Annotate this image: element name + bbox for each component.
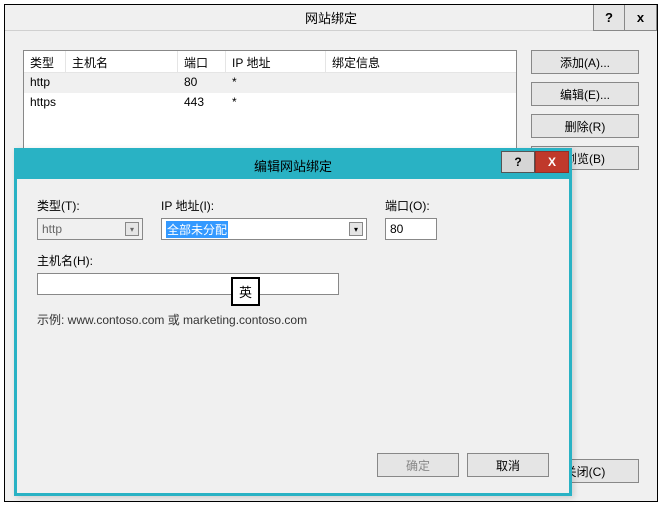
form-row-1: 类型(T): http ▾ IP 地址(I): 全部未分配 ▾ 端口(O): 8… [37, 197, 549, 240]
cell-host [66, 73, 178, 93]
remove-button[interactable]: 删除(R) [531, 114, 639, 138]
table-row[interactable]: https 443 * [24, 93, 516, 113]
col-header-info[interactable]: 绑定信息 [326, 51, 516, 72]
close-button[interactable]: x [625, 5, 657, 31]
ime-indicator[interactable]: 英 [231, 277, 260, 306]
help-button[interactable]: ? [593, 5, 625, 31]
parent-window-title: 网站绑定 [5, 8, 657, 27]
ip-value: 全部未分配 [166, 221, 228, 238]
example-text: 示例: www.contoso.com 或 marketing.contoso.… [37, 311, 549, 328]
parent-titlebar: 网站绑定 ? x [5, 5, 657, 31]
port-value: 80 [390, 222, 403, 236]
cell-host [66, 93, 178, 113]
type-group: 类型(T): http ▾ [37, 197, 143, 240]
port-group: 端口(O): 80 [385, 197, 437, 240]
host-group: 主机名(H): [37, 252, 339, 295]
host-input[interactable] [37, 273, 339, 295]
cell-ip: * [226, 93, 326, 113]
list-header: 类型 主机名 端口 IP 地址 绑定信息 [24, 51, 516, 73]
cell-info [326, 73, 516, 93]
modal-body: 类型(T): http ▾ IP 地址(I): 全部未分配 ▾ 端口(O): 8… [17, 179, 569, 493]
cancel-button[interactable]: 取消 [467, 453, 549, 477]
modal-close-button[interactable]: X [535, 151, 569, 173]
cell-port: 443 [178, 93, 226, 113]
chevron-down-icon: ▾ [125, 222, 139, 236]
add-button[interactable]: 添加(A)... [531, 50, 639, 74]
ok-button: 确定 [377, 453, 459, 477]
cell-port: 80 [178, 73, 226, 93]
cell-type: https [24, 93, 66, 113]
edit-binding-modal: 编辑网站绑定 ? X 类型(T): http ▾ IP 地址(I): 全部未分配… [14, 148, 572, 496]
port-input[interactable]: 80 [385, 218, 437, 240]
cell-ip: * [226, 73, 326, 93]
col-header-port[interactable]: 端口 [178, 51, 226, 72]
ip-group: IP 地址(I): 全部未分配 ▾ [161, 197, 367, 240]
type-combo: http ▾ [37, 218, 143, 240]
form-row-2: 主机名(H): [37, 252, 549, 295]
parent-title-buttons: ? x [593, 5, 657, 30]
ip-combo[interactable]: 全部未分配 ▾ [161, 218, 367, 240]
table-row[interactable]: http 80 * [24, 73, 516, 93]
col-header-host[interactable]: 主机名 [66, 51, 178, 72]
cell-type: http [24, 73, 66, 93]
modal-help-button[interactable]: ? [501, 151, 535, 173]
modal-title: 编辑网站绑定 [17, 156, 569, 175]
type-value: http [42, 222, 62, 236]
modal-title-buttons: ? X [501, 151, 569, 179]
type-label: 类型(T): [37, 197, 143, 214]
cell-info [326, 93, 516, 113]
modal-titlebar: 编辑网站绑定 ? X [17, 151, 569, 179]
modal-footer: 确定 取消 [377, 453, 549, 477]
col-header-type[interactable]: 类型 [24, 51, 66, 72]
host-label: 主机名(H): [37, 252, 339, 269]
edit-button[interactable]: 编辑(E)... [531, 82, 639, 106]
port-label: 端口(O): [385, 197, 437, 214]
ip-label: IP 地址(I): [161, 197, 367, 214]
col-header-ip[interactable]: IP 地址 [226, 51, 326, 72]
chevron-down-icon[interactable]: ▾ [349, 222, 363, 236]
